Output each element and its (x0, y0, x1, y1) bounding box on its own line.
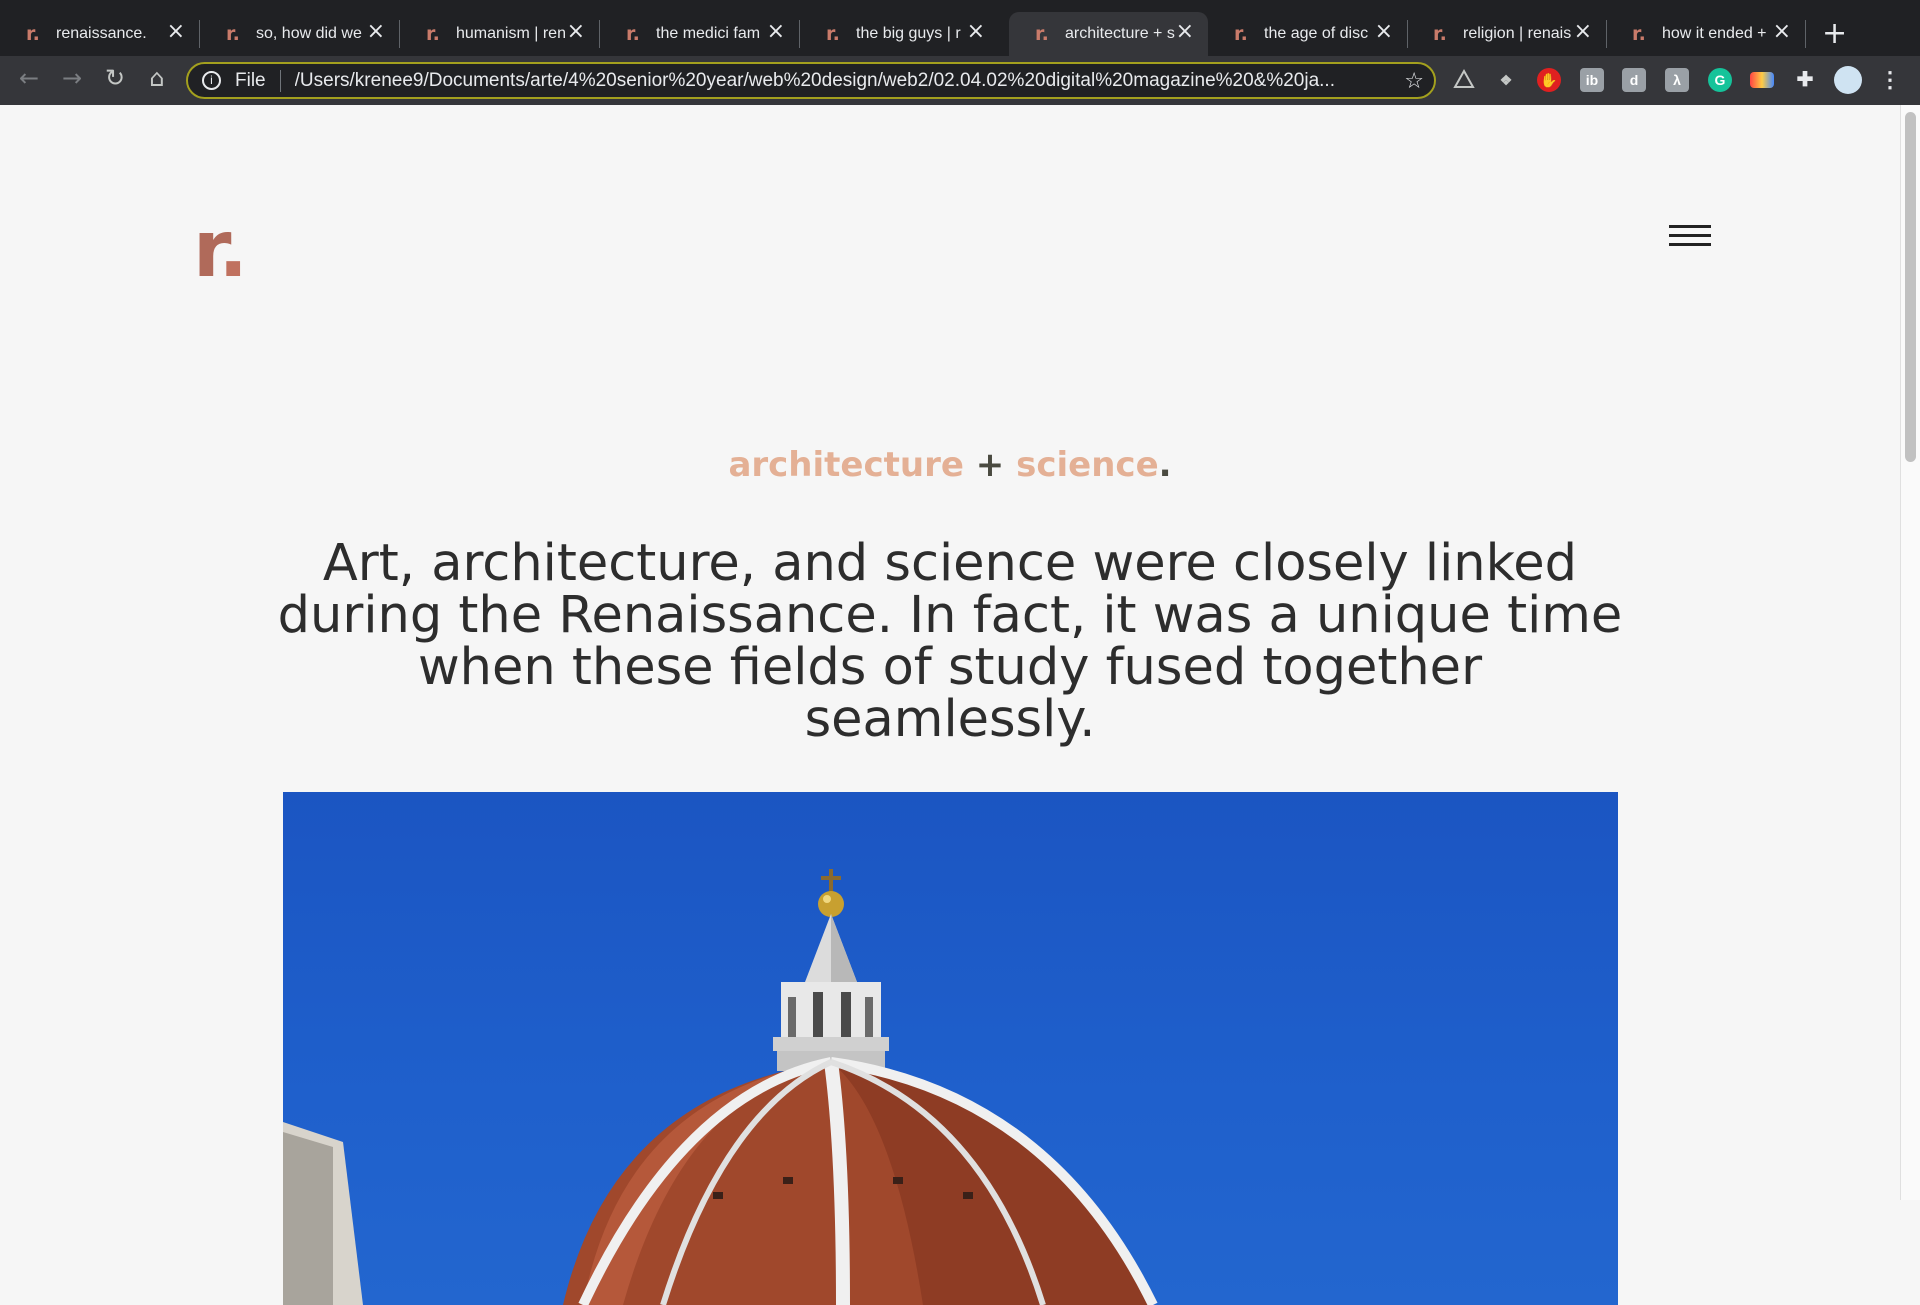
section-title: architecture + science. (0, 445, 1900, 485)
duomo-illustration (283, 869, 1158, 1305)
close-icon[interactable]: × (1574, 21, 1592, 43)
tab-strip: r. renaissance. × r. so, how did we × r.… (0, 0, 1920, 56)
favicon: r. (1035, 23, 1049, 45)
favicon: r. (26, 23, 40, 45)
omnibox-divider (279, 69, 281, 92)
d-icon[interactable]: d (1622, 68, 1646, 92)
dropbox-icon[interactable]: ❖ (1494, 68, 1518, 92)
close-icon[interactable]: × (1773, 21, 1791, 43)
tab-renaissance[interactable]: r. renaissance. × (0, 12, 200, 56)
intro-paragraph: Art, architecture, and science were clos… (277, 534, 1623, 749)
title-plus: + (975, 445, 1005, 485)
close-icon[interactable]: × (367, 21, 385, 43)
close-icon[interactable]: × (167, 21, 185, 43)
title-word-science: science (1016, 445, 1159, 485)
tab-humanism[interactable]: r. humanism | ren × (400, 12, 600, 56)
new-tab-icon[interactable]: + (1822, 16, 1847, 51)
close-icon[interactable]: × (567, 21, 585, 43)
ib-icon[interactable]: ib (1580, 68, 1604, 92)
close-icon[interactable]: × (1176, 21, 1194, 43)
tab-title: religion | renais (1463, 25, 1572, 42)
address-bar[interactable]: i File /Users/krenee9/Documents/arte/4%2… (186, 62, 1436, 99)
favicon: r. (426, 23, 440, 45)
tab-title: humanism | ren (456, 25, 566, 42)
hero-image-duomo (283, 792, 1618, 1305)
puzzle-icon[interactable]: ✚ (1793, 68, 1817, 92)
page-viewport: r. architecture + science. Art, architec… (0, 105, 1920, 1305)
tab-title: the age of disc (1264, 25, 1369, 42)
tab-how-it-ended[interactable]: r. how it ended + × (1606, 12, 1806, 56)
scrollbar-thumb[interactable] (1905, 112, 1916, 462)
url-scheme: File (235, 69, 266, 91)
tab-title: the big guys | r (856, 25, 961, 42)
favicon: r. (826, 23, 840, 45)
home-icon[interactable]: ⌂ (139, 64, 175, 96)
browser-chrome: r. renaissance. × r. so, how did we × r.… (0, 0, 1920, 105)
logo-letter: r (193, 205, 220, 295)
favicon: r. (626, 23, 640, 45)
drive-icon[interactable] (1452, 68, 1476, 92)
bookmark-star-icon[interactable]: ☆ (1404, 69, 1424, 94)
hamburger-line (1669, 225, 1711, 228)
close-icon[interactable]: × (967, 21, 985, 43)
grammarly-icon[interactable]: G (1708, 68, 1732, 92)
favicon: r. (1632, 23, 1646, 45)
reload-icon[interactable]: ↻ (97, 64, 133, 96)
tab-religion[interactable]: r. religion | renais × (1407, 12, 1607, 56)
stop-icon[interactable]: ✋ (1537, 68, 1561, 92)
title-period: . (1158, 445, 1172, 485)
tab-architecture-science[interactable]: r. architecture + s × (1009, 12, 1208, 56)
info-icon[interactable]: i (202, 71, 221, 90)
favicon: r. (226, 23, 240, 45)
hamburger-line (1669, 243, 1711, 246)
site-logo[interactable]: r. (193, 205, 248, 295)
hamburger-menu-icon[interactable] (1669, 225, 1711, 249)
close-icon[interactable]: × (1375, 21, 1393, 43)
url-text[interactable]: /Users/krenee9/Documents/arte/4%20senior… (295, 70, 1395, 92)
title-word-architecture: architecture (728, 445, 964, 485)
tab-title: how it ended + (1662, 25, 1767, 42)
tab-title: the medici fam (656, 25, 761, 42)
tab-separator (1805, 20, 1806, 48)
back-icon[interactable]: ← (11, 64, 47, 96)
tab-medici[interactable]: r. the medici fam × (600, 12, 800, 56)
tab-how-did-we[interactable]: r. so, how did we × (200, 12, 400, 56)
tab-age-of-discovery[interactable]: r. the age of disc × (1208, 12, 1408, 56)
close-icon[interactable]: × (767, 21, 785, 43)
logo-dot: . (218, 205, 248, 295)
tab-title: so, how did we (256, 25, 362, 42)
favicon: r. (1234, 23, 1248, 45)
tab-title: renaissance. (56, 25, 147, 42)
tab-big-guys[interactable]: r. the big guys | r × (800, 12, 999, 56)
palette-icon[interactable] (1750, 72, 1774, 88)
tab-title: architecture + s (1065, 25, 1175, 42)
forward-icon[interactable]: → (54, 64, 90, 96)
profile-avatar[interactable] (1834, 66, 1862, 94)
favicon: r. (1433, 23, 1447, 45)
browser-toolbar: ← → ↻ ⌂ i File /Users/krenee9/Documents/… (0, 56, 1920, 105)
translate-icon[interactable]: λ (1665, 68, 1689, 92)
hamburger-line (1669, 234, 1711, 237)
menu-kebab-icon[interactable]: ⋮ (1878, 68, 1902, 92)
